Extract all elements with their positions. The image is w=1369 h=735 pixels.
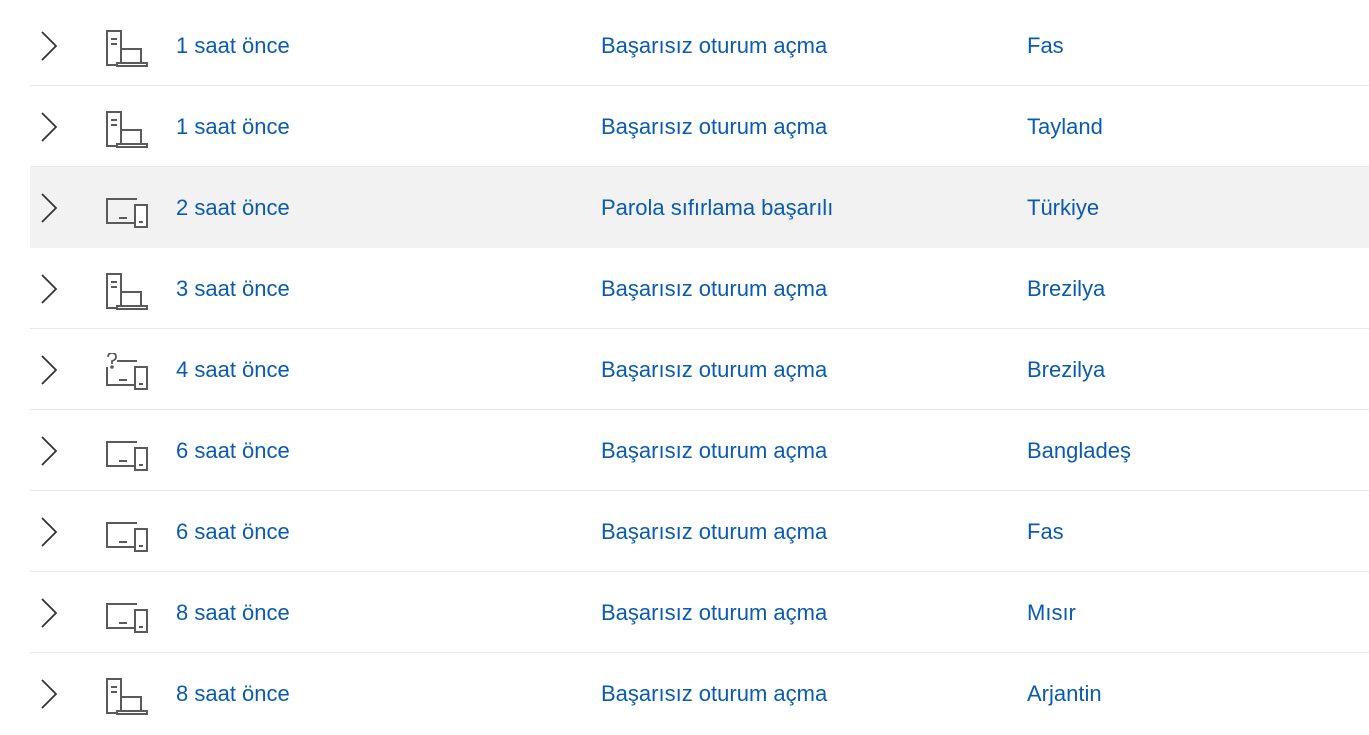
location-link[interactable]: Türkiye: [1027, 167, 1099, 247]
activity-list: 1 saat önce Başarısız oturum açma Fas 1 …: [30, 5, 1369, 734]
desktop-laptop-icon: [106, 678, 148, 715]
activity-row[interactable]: 4 saat önce Başarısız oturum açma Brezil…: [30, 329, 1369, 410]
chevron-right-icon[interactable]: [38, 192, 60, 224]
time-link[interactable]: 8 saat önce: [176, 653, 290, 733]
devices-icon: [106, 441, 148, 471]
time-link[interactable]: 6 saat önce: [176, 491, 290, 571]
event-link[interactable]: Başarısız oturum açma: [601, 410, 827, 490]
devices-icon: [106, 603, 148, 633]
event-link[interactable]: Başarısız oturum açma: [601, 86, 827, 166]
time-link[interactable]: 2 saat önce: [176, 167, 290, 247]
activity-row[interactable]: 1 saat önce Başarısız oturum açma Taylan…: [30, 86, 1369, 167]
activity-row-selected[interactable]: 2 saat önce Parola sıfırlama başarılı Tü…: [30, 167, 1369, 248]
event-link[interactable]: Başarısız oturum açma: [601, 5, 827, 85]
location-link[interactable]: Fas: [1027, 491, 1064, 571]
event-link[interactable]: Başarısız oturum açma: [601, 329, 827, 409]
chevron-right-icon[interactable]: [38, 354, 60, 386]
desktop-laptop-icon: [106, 111, 148, 148]
activity-row[interactable]: 3 saat önce Başarısız oturum açma Brezil…: [30, 248, 1369, 329]
location-link[interactable]: Arjantin: [1027, 653, 1102, 733]
chevron-right-icon[interactable]: [38, 435, 60, 467]
activity-row[interactable]: 1 saat önce Başarısız oturum açma Fas: [30, 5, 1369, 86]
location-link[interactable]: Tayland: [1027, 86, 1103, 166]
desktop-laptop-icon: [106, 30, 148, 67]
location-link[interactable]: Brezilya: [1027, 329, 1105, 409]
chevron-right-icon[interactable]: [38, 597, 60, 629]
event-link[interactable]: Başarısız oturum açma: [601, 653, 827, 733]
activity-row[interactable]: 8 saat önce Başarısız oturum açma Mısır: [30, 572, 1369, 653]
chevron-right-icon[interactable]: [38, 111, 60, 143]
location-link[interactable]: Mısır: [1027, 572, 1076, 652]
activity-row[interactable]: 8 saat önce Başarısız oturum açma Arjant…: [30, 653, 1369, 734]
location-link[interactable]: Bangladeş: [1027, 410, 1131, 490]
event-link[interactable]: Başarısız oturum açma: [601, 248, 827, 328]
devices-icon: [106, 198, 148, 228]
time-link[interactable]: 8 saat önce: [176, 572, 290, 652]
chevron-right-icon[interactable]: [38, 678, 60, 710]
chevron-right-icon[interactable]: [38, 516, 60, 548]
event-link[interactable]: Başarısız oturum açma: [601, 572, 827, 652]
event-link[interactable]: Parola sıfırlama başarılı: [601, 167, 833, 247]
activity-row[interactable]: 6 saat önce Başarısız oturum açma Bangla…: [30, 410, 1369, 491]
unknown-device-icon: [106, 353, 148, 390]
time-link[interactable]: 1 saat önce: [176, 5, 290, 85]
chevron-right-icon[interactable]: [38, 273, 60, 305]
event-link[interactable]: Başarısız oturum açma: [601, 491, 827, 571]
time-link[interactable]: 6 saat önce: [176, 410, 290, 490]
desktop-laptop-icon: [106, 273, 148, 310]
time-link[interactable]: 4 saat önce: [176, 329, 290, 409]
location-link[interactable]: Brezilya: [1027, 248, 1105, 328]
location-link[interactable]: Fas: [1027, 5, 1064, 85]
devices-icon: [106, 522, 148, 552]
chevron-right-icon[interactable]: [38, 30, 60, 62]
time-link[interactable]: 3 saat önce: [176, 248, 290, 328]
time-link[interactable]: 1 saat önce: [176, 86, 290, 166]
activity-row[interactable]: 6 saat önce Başarısız oturum açma Fas: [30, 491, 1369, 572]
